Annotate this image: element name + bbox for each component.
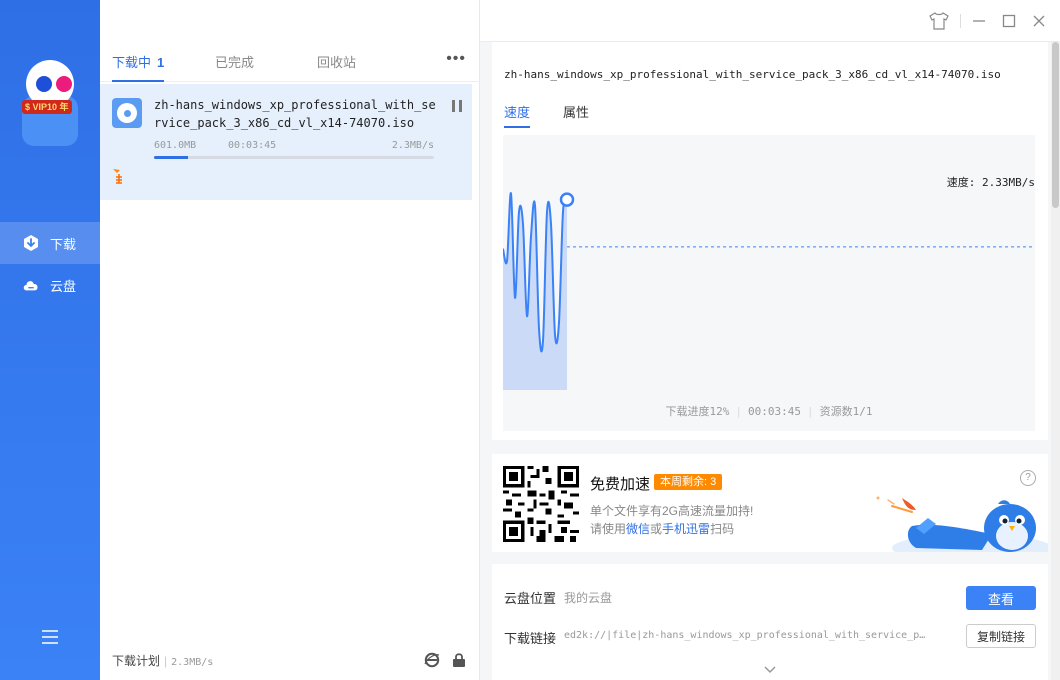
logo-dot-blue xyxy=(36,76,52,92)
sidebar-item-label: 云盘 xyxy=(50,278,77,294)
promo-description: 单个文件享有2G高速流量加持! xyxy=(590,504,754,518)
scrollbar[interactable] xyxy=(1051,42,1060,680)
current-point-marker xyxy=(559,192,575,207)
elapsed-time-text: 00:03:45 xyxy=(748,405,801,418)
lock-icon[interactable] xyxy=(452,652,466,668)
task-progress-bar xyxy=(154,156,434,159)
accelerate-flag-icon xyxy=(112,168,126,184)
sources-text: 资源数1/1 xyxy=(819,405,873,418)
scan-hint-text: 或 xyxy=(650,522,663,536)
detail-file-name: zh-hans_windows_xp_professional_with_ser… xyxy=(504,68,1001,81)
download-plan[interactable]: 下载计划 | 2.3MB/s xyxy=(112,652,213,669)
task-speed: 2.3MB/s xyxy=(391,140,434,151)
bird-mascot-icon xyxy=(876,496,1048,552)
logo-dot-pink xyxy=(56,76,72,92)
download-link-label: 下载链接 xyxy=(504,631,557,646)
plan-rate: 2.3MB/s xyxy=(171,657,214,668)
cloud-info-card: 云盘位置 我的云盘 查看 下载链接 ed2k://|file|zh-hans_w… xyxy=(492,564,1048,680)
maximize-icon[interactable] xyxy=(998,10,1020,32)
thunder-app-link[interactable]: 手机迅雷 xyxy=(662,522,710,536)
task-file-name: zh-hans_windows_xp_professional_with_ser… xyxy=(154,98,436,130)
task-size: 601.0MB xyxy=(154,140,197,151)
minimize-icon[interactable] xyxy=(968,10,990,32)
scan-hint-text: 请使用 xyxy=(590,522,627,536)
close-icon[interactable] xyxy=(1028,10,1050,32)
tab-properties[interactable]: 属性 xyxy=(563,102,589,121)
sidebar-item-download[interactable]: 下载 xyxy=(0,222,100,264)
detail-pane: zh-hans_windows_xp_professional_with_ser… xyxy=(481,42,1051,680)
tab-completed[interactable]: 已完成 xyxy=(215,52,254,71)
tab-count: 1 xyxy=(157,55,165,70)
detail-card: zh-hans_windows_xp_professional_with_ser… xyxy=(492,42,1048,440)
toolbar-divider xyxy=(960,14,961,28)
qr-code xyxy=(503,466,579,542)
download-icon xyxy=(22,234,40,252)
footer-divider: | xyxy=(735,405,742,418)
promo-title: 免费加速 xyxy=(590,476,651,493)
scrollbar-thumb[interactable] xyxy=(1052,42,1059,208)
sidebar-item-label: 下载 xyxy=(50,236,77,252)
wechat-link[interactable]: 微信 xyxy=(626,522,650,536)
copy-link-button[interactable]: 复制链接 xyxy=(966,624,1036,648)
plan-divider: | xyxy=(164,654,168,668)
hamburger-menu-icon[interactable] xyxy=(41,628,59,646)
tab-speed[interactable]: 速度 xyxy=(504,102,531,128)
plan-label: 下载计划 xyxy=(112,654,161,668)
chevron-down-icon[interactable] xyxy=(764,662,776,674)
browser-icon[interactable] xyxy=(424,652,440,668)
task-progress-fill xyxy=(154,156,188,159)
iso-file-icon xyxy=(112,98,142,128)
cloud-location-value: 我的云盘 xyxy=(564,591,613,605)
scan-hint-text: 扫码 xyxy=(710,522,735,536)
cloud-location-label: 云盘位置 xyxy=(504,591,557,606)
tab-label: 下载中 xyxy=(112,55,152,70)
free-accelerate-card: 免费加速 本周剩余: 3 单个文件享有2G高速流量加持! 请使用微信或手机迅雷扫… xyxy=(492,454,1048,552)
weekly-remaining-badge: 本周剩余: 3 xyxy=(654,474,723,490)
tab-downloading[interactable]: 下载中 1 xyxy=(112,52,165,82)
task-time: 00:03:45 xyxy=(228,140,277,151)
download-progress-text: 下载进度12% xyxy=(665,405,730,418)
view-button[interactable]: 查看 xyxy=(966,586,1036,610)
pause-icon[interactable] xyxy=(452,100,462,112)
vip-badge: $ VIP10 年 xyxy=(22,100,72,114)
footer-divider: | xyxy=(806,405,814,418)
sidebar-item-cloud[interactable]: 云盘 xyxy=(0,264,100,306)
current-speed-label: 速度: 2.33MB/s xyxy=(946,176,1035,189)
promo-scan-hint: 请使用微信或手机迅雷扫码 xyxy=(590,520,734,537)
cloud-icon xyxy=(22,276,40,294)
download-task-item[interactable]: zh-hans_windows_xp_professional_with_ser… xyxy=(100,84,472,200)
more-icon[interactable]: ••• xyxy=(446,50,466,68)
chart-footer: 下载进度12% | 00:03:45 | 资源数1/1 xyxy=(503,403,1035,419)
sidebar: $ VIP10 年 下载 云盘 xyxy=(0,0,100,680)
download-link-value: ed2k://|file|zh-hans_windows_xp_professi… xyxy=(564,630,926,641)
tab-recycle-bin[interactable]: 回收站 xyxy=(317,52,356,71)
task-tabs: 下载中 1 已完成 回收站 ••• xyxy=(100,42,480,82)
skin-icon[interactable] xyxy=(928,10,950,32)
avatar[interactable]: $ VIP10 年 xyxy=(22,60,78,146)
speed-chart: 速度: 2.33MB/s 下载进度12% | 00:03:45 | 资源数1/1 xyxy=(503,135,1035,431)
